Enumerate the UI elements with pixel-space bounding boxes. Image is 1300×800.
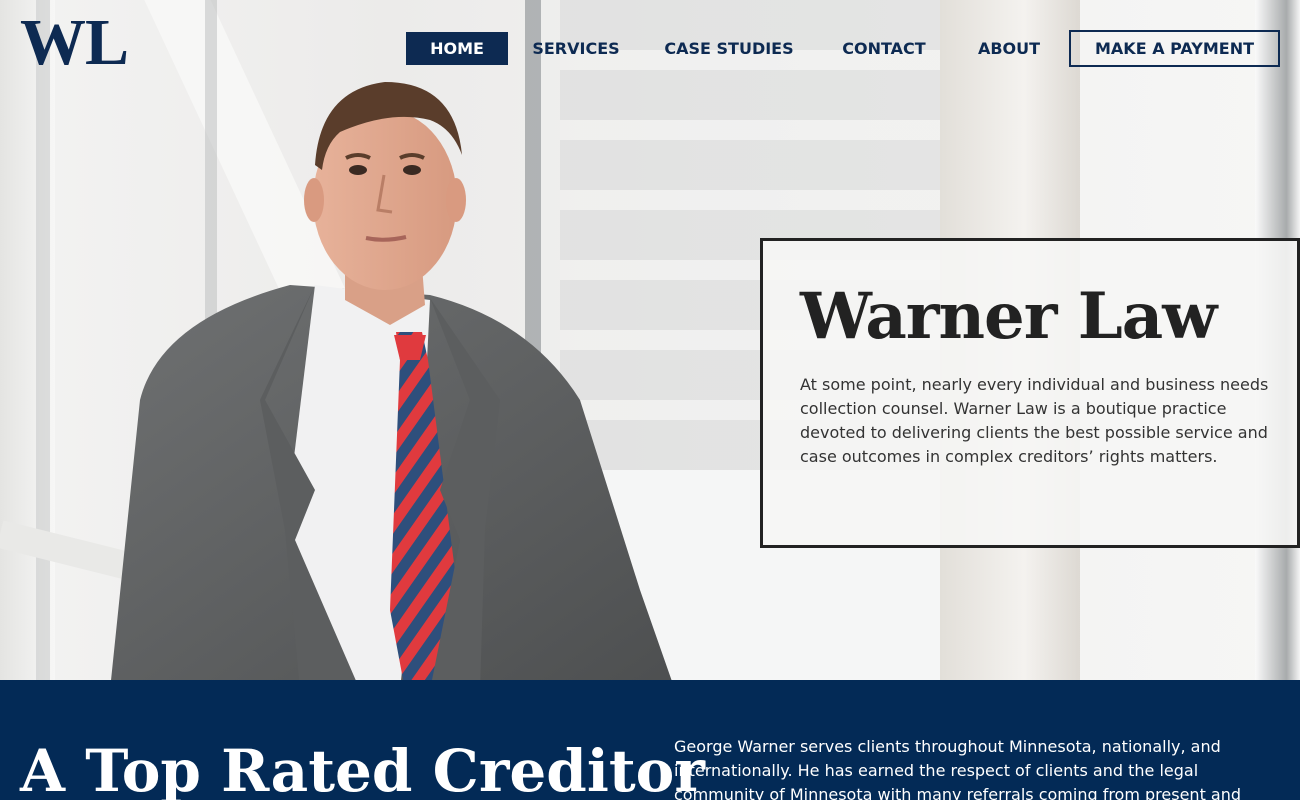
window-mullion bbox=[36, 0, 50, 680]
section-heading: A Top Rated Creditor bbox=[20, 737, 705, 800]
intro-box: Warner Law At some point, nearly every i… bbox=[760, 238, 1300, 548]
attorney-photo bbox=[111, 82, 672, 680]
nav-about[interactable]: ABOUT bbox=[968, 32, 1050, 65]
about-section: A Top Rated Creditor George Warner serve… bbox=[0, 680, 1300, 800]
nav-home[interactable]: HOME bbox=[406, 32, 508, 65]
nav-contact[interactable]: CONTACT bbox=[832, 32, 936, 65]
nav-case-studies[interactable]: CASE STUDIES bbox=[660, 32, 798, 65]
make-payment-button[interactable]: MAKE A PAYMENT bbox=[1069, 30, 1280, 67]
main-nav: HOME SERVICES CASE STUDIES CONTACT ABOUT… bbox=[0, 30, 1300, 68]
about-text: George Warner serves clients throughout … bbox=[674, 737, 1242, 800]
nav-services[interactable]: SERVICES bbox=[522, 32, 630, 65]
hero-description: At some point, nearly every individual a… bbox=[800, 375, 1269, 466]
hero-title: Warner Law bbox=[800, 279, 1217, 354]
